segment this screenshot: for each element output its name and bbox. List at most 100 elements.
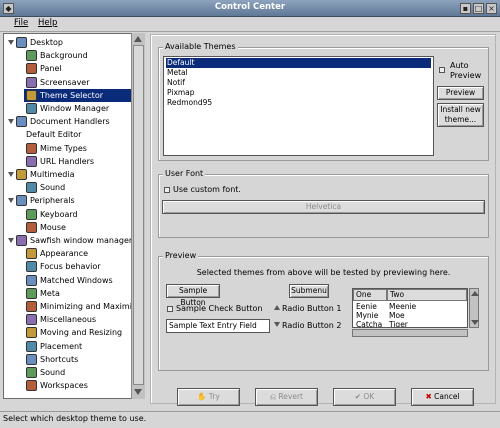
tree-item[interactable]: Multimedia: [6, 168, 130, 181]
menu-file-label: File: [14, 18, 29, 28]
clist-scrollbar[interactable]: [469, 288, 479, 328]
tree-item[interactable]: Theme Selector: [24, 88, 134, 102]
font-picker-button[interactable]: Helvetica: [162, 200, 485, 214]
tree-item[interactable]: Peripherals: [6, 194, 130, 207]
sample-button[interactable]: Sample Button: [166, 284, 220, 307]
theme-list-item[interactable]: Default: [166, 58, 431, 68]
expander-arrow-icon[interactable]: [8, 238, 14, 243]
scrollbar-thumb[interactable]: [133, 45, 144, 385]
scroll-up-icon[interactable]: [134, 36, 142, 42]
try-button[interactable]: ✋ Try: [177, 388, 240, 406]
radio-button-1[interactable]: [274, 305, 280, 310]
tree-item[interactable]: Desktop: [6, 36, 130, 49]
tree-item[interactable]: Mime Types: [24, 142, 130, 155]
tree-item-label: Default Editor: [26, 130, 82, 140]
tree-item-label: Sawfish window manager: [30, 236, 133, 245]
install-theme-button[interactable]: Install new theme...: [437, 103, 484, 127]
status-text: Select which desktop theme to use.: [3, 414, 147, 423]
clist-scroll-up-icon[interactable]: [471, 291, 479, 296]
tree-item-label: Appearance: [40, 249, 89, 259]
use-custom-font-checkbox[interactable]: [164, 187, 170, 193]
sample-check-button[interactable]: [167, 306, 173, 312]
expander-arrow-icon[interactable]: [8, 172, 14, 177]
tree-item-label: Peripherals: [30, 196, 75, 206]
try-label: Try: [208, 392, 220, 401]
clist-row[interactable]: Eenie Meenie: [353, 302, 467, 311]
theme-list-item[interactable]: Redmond95: [166, 98, 431, 108]
menu-help[interactable]: Help: [38, 18, 57, 28]
tree-item[interactable]: Sawfish window manager: [6, 234, 133, 247]
tree-item[interactable]: Screensaver: [24, 76, 130, 89]
menu-help-label: Help: [38, 18, 58, 28]
tree-item[interactable]: URL Handlers: [24, 155, 130, 168]
expander-arrow-icon[interactable]: [8, 119, 14, 125]
radio-button-2[interactable]: [274, 322, 280, 327]
menubar: File Help: [0, 17, 500, 32]
radio-button-2-label: Radio Button 2: [282, 321, 342, 330]
use-custom-font-label: Use custom font.: [173, 185, 241, 194]
clist-header-two[interactable]: Two: [387, 289, 467, 301]
maximize-button[interactable]: □: [473, 3, 484, 14]
tree-item[interactable]: Keyboard: [24, 208, 130, 221]
tree-item[interactable]: Placement: [24, 340, 130, 353]
tree-item[interactable]: Minimizing and Maximizing: [24, 300, 144, 313]
tree-item[interactable]: Workspaces: [24, 379, 130, 392]
cancel-button[interactable]: ✖ Cancel: [411, 388, 474, 406]
tree-item[interactable]: Window Manager: [24, 102, 130, 115]
tree-item[interactable]: Sound: [24, 366, 130, 379]
tree-item[interactable]: Moving and Resizing: [24, 326, 130, 339]
tree-item[interactable]: Miscellaneous: [24, 313, 130, 326]
clist-row[interactable]: Mynie Moe: [353, 311, 467, 320]
ok-label: OK: [363, 392, 375, 401]
theme-list-item[interactable]: Metal: [166, 68, 431, 78]
tree-item[interactable]: Appearance: [24, 247, 130, 260]
clist-row[interactable]: Catcha Tiger: [353, 320, 467, 327]
tree-scrollbar[interactable]: [131, 33, 145, 399]
auto-preview-checkbox[interactable]: [439, 67, 445, 73]
window-title: Control Center: [214, 2, 286, 12]
ok-button[interactable]: ✔ OK: [333, 388, 396, 406]
theme-list-item[interactable]: Pixmap: [166, 88, 431, 98]
window-manager-icon: [26, 103, 37, 114]
menu-file[interactable]: File: [14, 18, 28, 28]
sample-text-entry[interactable]: Sample Text Entry Field: [166, 319, 270, 333]
scroll-down-icon[interactable]: [134, 389, 142, 395]
revert-icon: ⎌: [270, 392, 277, 401]
peripherals-icon: [16, 195, 27, 207]
minimize-button[interactable]: ▪: [460, 3, 471, 14]
theme-list-item[interactable]: Notif: [166, 78, 431, 88]
tree-item[interactable]: Focus behavior: [24, 260, 130, 273]
capplet-tree[interactable]: Desktop Background Panel Screensaver Theme S…: [3, 33, 145, 399]
tree-item[interactable]: Panel: [24, 62, 130, 75]
tree-item[interactable]: Sound: [24, 181, 130, 194]
tree-item-label: Focus behavior: [40, 262, 101, 272]
close-button[interactable]: ×: [486, 3, 497, 14]
clist-cell: Eenie: [356, 302, 377, 311]
tree-item-label: Desktop: [30, 38, 63, 47]
tree-item[interactable]: Mouse: [24, 221, 130, 234]
themes-list[interactable]: Default Metal Notif Pixmap Redmond95: [163, 56, 434, 156]
submenu-button[interactable]: Submenu: [289, 284, 329, 298]
clist-scroll-down-icon[interactable]: [471, 320, 479, 325]
tree-item[interactable]: Meta: [24, 287, 130, 300]
window-title-bar[interactable]: ◆ Control Center ▪ □ ×: [0, 0, 500, 17]
tree-item-label: Matched Windows: [40, 275, 113, 285]
tree-item[interactable]: Default Editor: [24, 128, 130, 141]
tree-item-label: Keyboard: [40, 209, 78, 219]
revert-button[interactable]: ⎌ Revert: [255, 388, 318, 406]
desktop-icon: [16, 37, 27, 48]
expander-arrow-icon[interactable]: [8, 198, 14, 204]
tree-item-label: Sound: [40, 183, 66, 193]
clist-hscrollbar[interactable]: [352, 329, 468, 337]
tree-item[interactable]: Shortcuts: [24, 353, 130, 366]
tree-item[interactable]: Background: [24, 49, 130, 62]
matched-windows-icon: [26, 274, 37, 286]
expander-arrow-icon[interactable]: [8, 40, 14, 45]
tree-item[interactable]: Document Handlers: [6, 115, 130, 128]
tree-item[interactable]: Matched Windows: [24, 274, 130, 287]
sample-clist[interactable]: One Two Eenie Meenie Mynie Moe Catcha Tiger: [352, 288, 468, 328]
try-icon: ✋: [197, 392, 207, 401]
tree-item-label: Window Manager: [40, 104, 110, 113]
clist-header-one[interactable]: One: [353, 289, 387, 301]
preview-button[interactable]: Preview: [437, 86, 484, 100]
